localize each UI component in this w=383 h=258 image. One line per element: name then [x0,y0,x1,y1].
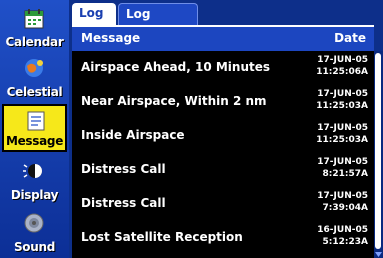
sidebar-item-calendar[interactable]: Calendar [2,3,67,51]
table-row[interactable]: Distress Call 17-JUN-05 7:39:04A [72,187,374,221]
row-time: 8:21:57A [322,169,368,179]
calendar-icon [24,9,44,29]
row-date: 16-JUN-05 [317,225,368,235]
scrollbar[interactable] [374,51,383,258]
row-message: Distress Call [81,196,166,210]
row-date: 17-JUN-05 [317,123,368,133]
row-time: 11:25:03A [316,101,368,111]
message-log-list: Airspace Ahead, 10 Minutes 17-JUN-05 11:… [72,51,374,258]
table-row[interactable]: Lost Satellite Reception 16-JUN-05 5:12:… [72,221,374,255]
row-time: 11:25:03A [316,135,368,145]
row-message: Inside Airspace [81,128,185,142]
table-row[interactable]: Distress Call 17-JUN-05 8:21:57A [72,153,374,187]
celestial-icon [25,59,43,77]
row-date: 17-JUN-05 [317,157,368,167]
scroll-down-arrow-icon[interactable] [374,251,383,258]
message-icon [27,111,45,131]
table-header: Message Date [72,25,374,51]
row-time: 11:25:06A [316,67,368,77]
table-row[interactable]: Inside Airspace 17-JUN-05 11:25:03A [72,119,374,153]
sound-icon [24,213,44,233]
sidebar-item-label: Sound [13,240,56,254]
row-message: Lost Satellite Reception [81,230,243,244]
row-date: 17-JUN-05 [317,191,368,201]
table-row[interactable]: Airspace Ahead, 10 Minutes 17-JUN-05 11:… [72,51,374,85]
row-date: 17-JUN-05 [317,55,368,65]
column-header-message: Message [81,31,141,45]
sidebar-item-display[interactable]: Display [2,156,67,204]
sidebar-item-message[interactable]: Message [2,104,67,152]
row-message: Near Airspace, Within 2 nm [81,94,267,108]
scrollbar-thumb[interactable] [375,53,381,249]
table-row[interactable]: Near Airspace, Within 2 nm 17-JUN-05 11:… [72,85,374,119]
row-message: Distress Call [81,162,166,176]
sidebar: Calendar Celestial Message Display Sound [0,0,69,258]
row-message: Airspace Ahead, 10 Minutes [81,60,271,74]
sidebar-item-label: Message [5,134,64,148]
row-time: 7:39:04A [322,203,368,213]
row-time: 5:12:23A [322,237,368,247]
column-header-date: Date [334,31,366,45]
sidebar-item-label: Calendar [5,35,64,49]
tab-log[interactable]: Log [72,3,116,25]
sidebar-item-sound[interactable]: Sound [2,208,67,256]
sidebar-item-label: Display [10,188,59,202]
sidebar-item-celestial[interactable]: Celestial [2,53,67,101]
tab-log-filter[interactable]: Log Filter [118,3,198,42]
sidebar-item-label: Celestial [6,85,63,99]
display-icon [23,164,42,178]
row-date: 17-JUN-05 [317,89,368,99]
